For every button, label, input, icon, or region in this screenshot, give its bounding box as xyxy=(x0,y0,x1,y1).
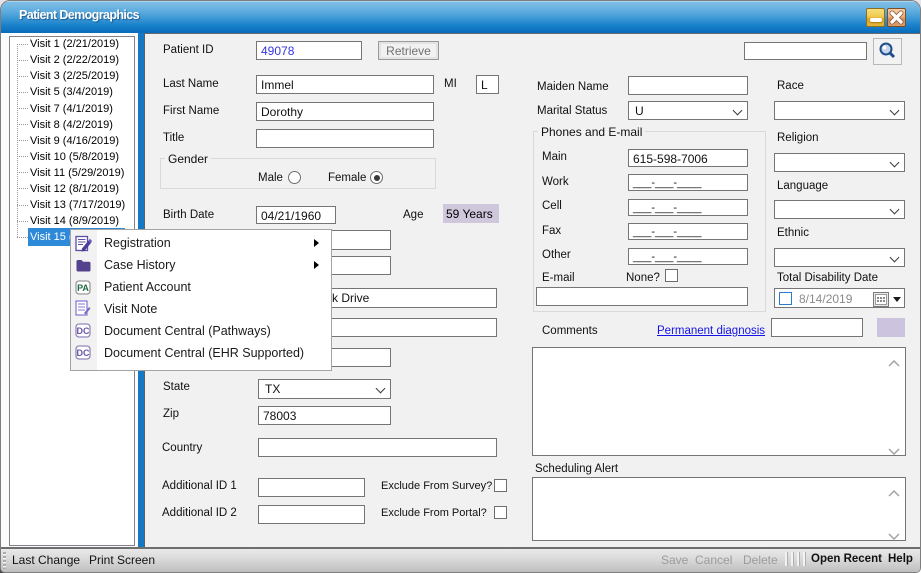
svg-text:PA: PA xyxy=(77,283,89,293)
svg-text:DC: DC xyxy=(77,326,90,336)
svg-text:DC: DC xyxy=(77,348,90,358)
